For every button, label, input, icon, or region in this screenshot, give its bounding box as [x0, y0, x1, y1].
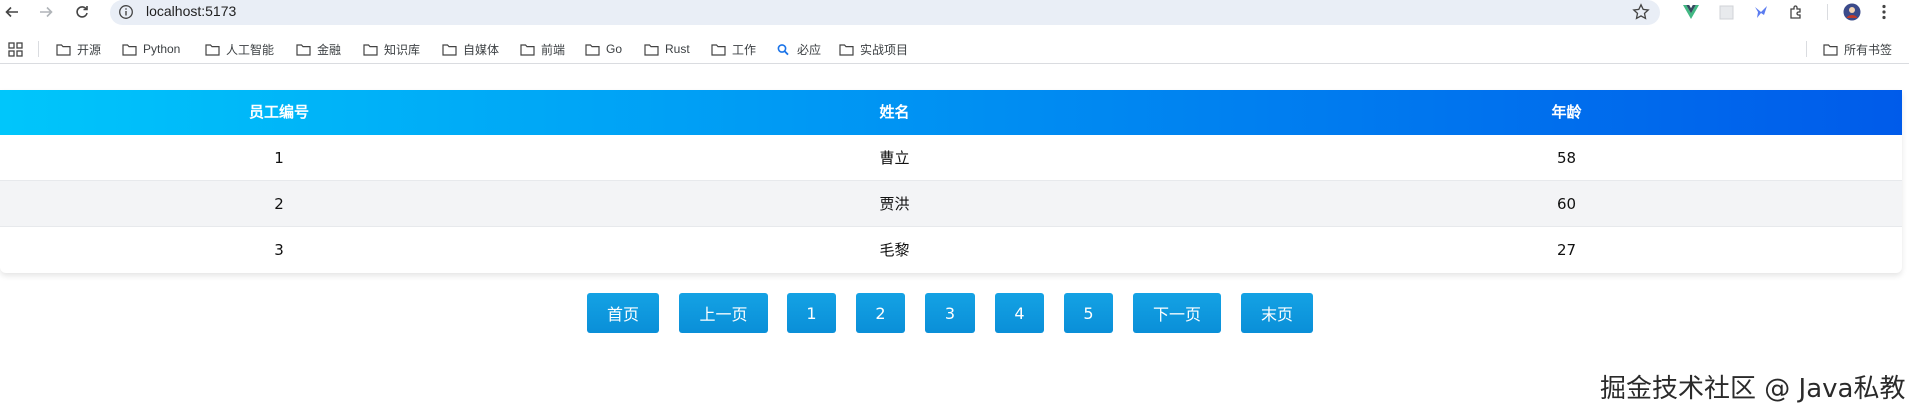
- address-bar[interactable]: localhost:5173: [110, 0, 1660, 25]
- bookmarks-bar: 开源 Python 人工智能 金融 知识库 自媒体 前端 Go Rust 工作: [0, 34, 1909, 64]
- apps-grid-button[interactable]: [8, 40, 23, 58]
- cell-age: 58: [1556, 149, 1577, 167]
- bookmark-label: 开源: [77, 42, 102, 57]
- next-page-button[interactable]: 下一页: [1133, 293, 1221, 333]
- bird-extension-icon[interactable]: [1752, 3, 1770, 21]
- extensions-puzzle-icon[interactable]: [1787, 3, 1805, 21]
- bookmark-item[interactable]: 必应: [776, 40, 821, 58]
- search-icon: [777, 43, 789, 55]
- cell-employee-id: 2: [274, 195, 284, 213]
- table-row: 2 贾洪 60: [0, 181, 1902, 227]
- bookmark-item[interactable]: 实战项目: [839, 40, 908, 58]
- cell-employee-id: 1: [274, 149, 284, 167]
- bookmark-label: Go: [606, 42, 623, 56]
- last-page-button[interactable]: 末页: [1241, 293, 1313, 333]
- column-header-age: 年龄: [1551, 103, 1582, 121]
- bookmark-item[interactable]: 工作: [711, 40, 756, 58]
- url-text: localhost:5173: [146, 3, 237, 19]
- folder-icon: [1823, 43, 1838, 56]
- bookmark-item[interactable]: Rust: [644, 40, 690, 58]
- browser-toolbar: localhost:5173: [0, 0, 1909, 25]
- folder-icon: [205, 43, 220, 56]
- bookmark-label: 实战项目: [860, 42, 909, 57]
- reload-button[interactable]: [72, 2, 92, 22]
- folder-icon: [585, 43, 600, 56]
- bookmark-label: 金融: [317, 42, 342, 57]
- bookmark-label: 前端: [541, 42, 566, 57]
- bookmark-item[interactable]: 自媒体: [442, 40, 499, 58]
- folder-icon: [839, 43, 854, 56]
- page-button-5[interactable]: 5: [1064, 293, 1113, 333]
- page-button-4[interactable]: 4: [995, 293, 1044, 333]
- cell-age: 60: [1556, 195, 1577, 213]
- page-button-3[interactable]: 3: [925, 293, 975, 333]
- chrome-menu-icon[interactable]: [1875, 3, 1893, 21]
- cell-employee-id: 3: [274, 241, 284, 259]
- bookmark-label: 必应: [797, 42, 822, 57]
- site-info-icon[interactable]: [118, 4, 134, 20]
- extension-placeholder-icon[interactable]: [1717, 3, 1735, 21]
- employee-table: 员工编号 姓名 年龄 1 曹立 58 2 贾洪 60 3 毛黎 27: [0, 90, 1902, 273]
- folder-icon: [56, 43, 71, 56]
- watermark: 掘金技术社区 @ Java私教: [1600, 368, 1905, 405]
- bookmark-label: 自媒体: [463, 42, 500, 57]
- apps-grid-icon: [8, 41, 23, 57]
- back-button[interactable]: [2, 2, 22, 22]
- page-button-1[interactable]: 1: [787, 293, 836, 333]
- reload-icon: [76, 6, 88, 18]
- all-bookmarks-button[interactable]: 所有书签: [1823, 40, 1892, 58]
- table-header: 员工编号 姓名 年龄: [0, 90, 1902, 135]
- toolbar-separator: [1827, 4, 1828, 20]
- table-row: 3 毛黎 27: [0, 227, 1902, 273]
- forward-button[interactable]: [36, 2, 56, 22]
- bookmark-item[interactable]: Go: [585, 40, 622, 58]
- bookmark-item[interactable]: Python: [122, 40, 180, 58]
- bookmark-label: 人工智能: [226, 42, 275, 57]
- bookmark-label: Rust: [665, 42, 690, 56]
- bookmark-star-icon[interactable]: [1632, 3, 1650, 21]
- all-bookmarks-label: 所有书签: [1844, 42, 1893, 57]
- folder-icon: [363, 43, 378, 56]
- vue-devtools-extension-icon[interactable]: [1682, 3, 1700, 21]
- column-header-employee-id: 员工编号: [248, 103, 309, 121]
- forward-arrow-icon: [40, 6, 53, 18]
- bookmark-label: 知识库: [384, 42, 421, 57]
- folder-icon: [442, 43, 457, 56]
- folder-icon: [296, 43, 311, 56]
- profile-avatar[interactable]: [1843, 3, 1861, 21]
- bookmarks-separator: [1806, 41, 1807, 57]
- bookmark-item[interactable]: 知识库: [363, 40, 420, 58]
- cell-name: 贾洪: [879, 195, 910, 213]
- bookmark-item[interactable]: 金融: [296, 40, 341, 58]
- back-arrow-icon: [5, 6, 18, 18]
- bookmarks-separator: [38, 41, 39, 57]
- bookmark-label: Python: [143, 42, 181, 56]
- folder-icon: [122, 43, 137, 56]
- bookmark-item[interactable]: 前端: [520, 40, 565, 58]
- bookmark-label: 工作: [732, 42, 757, 57]
- prev-page-button[interactable]: 上一页: [679, 293, 768, 333]
- first-page-button[interactable]: 首页: [587, 293, 659, 333]
- page-button-2[interactable]: 2: [856, 293, 905, 333]
- folder-icon: [520, 43, 535, 56]
- watermark-text: 掘金技术社区 @ Java私教: [1600, 374, 1906, 404]
- folder-icon: [644, 43, 659, 56]
- cell-age: 27: [1556, 241, 1577, 259]
- cell-name: 曹立: [879, 149, 910, 167]
- column-header-name: 姓名: [879, 103, 910, 121]
- cell-name: 毛黎: [879, 241, 910, 259]
- folder-icon: [711, 43, 726, 56]
- bookmark-item[interactable]: 人工智能: [205, 40, 274, 58]
- bookmark-item[interactable]: 开源: [56, 40, 101, 58]
- table-row: 1 曹立 58: [0, 135, 1902, 181]
